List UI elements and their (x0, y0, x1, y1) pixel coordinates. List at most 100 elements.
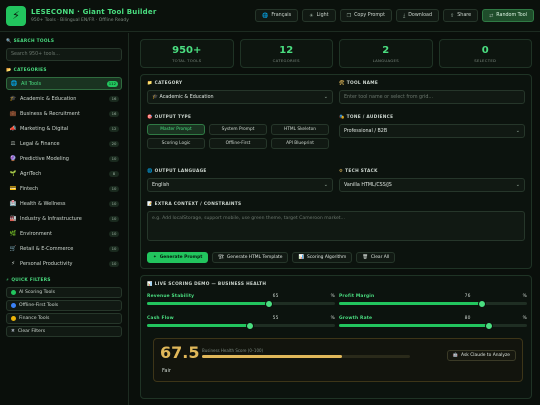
briefcase-icon: 💼 (9, 110, 17, 117)
slider-track (339, 299, 527, 308)
sidebar-item-health[interactable]: 🏥 Health & Wellness 10 (6, 197, 122, 210)
sidebar-item-retail[interactable]: 🛒 Retail & E-Commerce 10 (6, 242, 122, 255)
sidebar-item-agritech[interactable]: 🌱 AgriTech 8 (6, 167, 122, 180)
category-label: Industry & Infrastructure (20, 215, 82, 222)
tools-icon: 🛠 (339, 81, 345, 86)
random-tool-label: Random Tool (496, 13, 527, 18)
output-type-scoring-logic[interactable]: Scoring Logic (147, 138, 205, 149)
slider-growth-rate[interactable]: Growth Rate 80% (339, 316, 527, 330)
slider-profit-margin[interactable]: Profit Margin 76% (339, 294, 527, 308)
quick-filter-ai-scoring[interactable]: AI Scoring Tools (6, 287, 122, 298)
slider-fill (339, 302, 482, 305)
category-count-badge: 8 (109, 170, 119, 177)
scoring-algorithm-button[interactable]: 📊 Scoring Algorithm (292, 252, 353, 263)
slider-handle[interactable] (477, 299, 486, 308)
extra-context-textarea[interactable]: e.g. Add localStorage, support mobile, u… (147, 211, 525, 241)
sun-icon: ☀ (309, 12, 314, 19)
slider-handle[interactable] (265, 299, 274, 308)
slider-fill (147, 324, 251, 327)
search-input[interactable]: Search 950+ tools... (6, 48, 122, 61)
app-title: LESECONN · Giant Tool Builder (31, 8, 157, 16)
sidebar: 🔍 SEARCH TOOLS Search 950+ tools... 📂 CATE… (0, 33, 129, 405)
output-type-group: 🎯 OUTPUT TYPE Master Prompt System Prompt… (147, 115, 333, 149)
category-label: All Tools (21, 80, 42, 87)
copy-prompt-button[interactable]: ❐ Copy Prompt (339, 9, 392, 22)
share-button[interactable]: ⇪ Share (443, 9, 479, 22)
header-actions: 🌐 Français ☀ Light ❐ Copy Prompt ⤓ Download … (255, 9, 534, 22)
download-button[interactable]: ⤓ Download (395, 9, 440, 22)
download-icon: ⤓ (402, 12, 406, 19)
sidebar-item-fintech[interactable]: 💳 Fintech 10 (6, 182, 122, 195)
slider-track (339, 321, 527, 330)
chevron-down-icon: ⌄ (323, 94, 328, 100)
factory-icon: 🏭 (9, 215, 17, 222)
slider-cash-flow[interactable]: Cash Flow 55% (147, 316, 335, 330)
output-type-system-prompt[interactable]: System Prompt (209, 124, 267, 135)
sidebar-item-business[interactable]: 💼 Business & Recruitment 16 (6, 107, 122, 120)
output-language-label: OUTPUT LANGUAGE (154, 169, 207, 174)
cart-icon: 🛒 (9, 245, 17, 252)
slider-handle[interactable] (485, 321, 494, 330)
category-label: Health & Wellness (20, 200, 66, 207)
output-type-api-blueprint[interactable]: API Blueprint (271, 138, 329, 149)
app-header: ⚡ LESECONN · Giant Tool Builder 950+ Too… (0, 0, 540, 32)
folder-icon: 📁 (147, 81, 153, 86)
sidebar-item-predictive[interactable]: 🔮 Predictive Modeling 10 (6, 152, 122, 165)
sidebar-item-all-tools[interactable]: 🌐 All Tools 112 (6, 77, 122, 90)
chart-icon: 📊 (298, 255, 304, 260)
sidebar-item-productivity[interactable]: ⚡ Personal Productivity 10 (6, 257, 122, 270)
theme-button-label: Light (316, 13, 329, 18)
output-type-offline-first[interactable]: Offline-First (209, 138, 267, 149)
stats-row: 950+ TOTAL TOOLS 12 CATEGORIES 2 LANGUAGES … (140, 39, 532, 68)
close-icon: ✖ (11, 329, 15, 334)
slider-track (147, 321, 335, 330)
sidebar-item-environment[interactable]: 🌿 Environment 10 (6, 227, 122, 240)
slider-revenue-stability[interactable]: Revenue Stability 65% (147, 294, 335, 308)
trash-icon: 🗑 (362, 255, 368, 260)
language-button[interactable]: 🌐 Français (255, 9, 299, 22)
quick-filter-offline[interactable]: Offline-First Tools (6, 300, 122, 311)
category-label: CATEGORY (154, 81, 183, 86)
sparkle-icon: ✦ (153, 255, 157, 260)
slider-handle[interactable] (246, 321, 255, 330)
blue-dot-icon (11, 303, 16, 308)
sidebar-item-legal[interactable]: ⚖ Legal & Finance 20 (6, 137, 122, 150)
tool-name-input[interactable]: Enter tool name or select from grid... (339, 90, 525, 104)
category-select[interactable]: 🎓 Academic & Education ⌄ (147, 90, 333, 104)
generate-html-template-button[interactable]: 🏗 Generate HTML Template (212, 252, 289, 263)
extra-context-label: EXTRA CONTEXT / CONSTRAINTS (154, 202, 242, 207)
chart-icon: 📊 (147, 282, 153, 287)
chevron-down-icon: ⌄ (515, 182, 520, 188)
globe-icon: 🌐 (147, 169, 153, 174)
tone-select[interactable]: Professional / B2B ⌄ (339, 124, 525, 138)
sidebar-item-academic[interactable]: 🎓 Academic & Education 16 (6, 92, 122, 105)
health-score-label: Business Health Score (0–100) (202, 348, 264, 353)
mask-icon: 🎭 (339, 115, 345, 120)
ask-claude-button[interactable]: 🤖 Ask Claude to Analyze (446, 350, 516, 361)
category-label: Academic & Education (20, 95, 77, 102)
output-type-master-prompt[interactable]: Master Prompt (147, 124, 205, 135)
sidebar-item-marketing[interactable]: 📣 Marketing & Digital 12 (6, 122, 122, 135)
share-label: Share (457, 13, 472, 18)
shuffle-icon: ⇄ (489, 12, 494, 19)
quick-filter-finance[interactable]: Finance Tools (6, 313, 122, 324)
note-icon: 📝 (147, 202, 153, 207)
clear-filters-button[interactable]: ✖ Clear Filters (6, 326, 122, 337)
theme-button[interactable]: ☀ Light (302, 9, 336, 22)
category-count-badge: 10 (109, 260, 119, 267)
stat-total-tools: 950+ TOTAL TOOLS (140, 39, 234, 68)
random-tool-button[interactable]: ⇄ Random Tool (482, 9, 534, 22)
yellow-dot-icon (11, 316, 16, 321)
generate-prompt-button[interactable]: ✦ Generate Prompt (147, 252, 209, 263)
category-count-badge: 112 (106, 80, 118, 87)
sidebar-item-industry[interactable]: 🏭 Industry & Infrastructure 10 (6, 212, 122, 225)
scales-icon: ⚖ (10, 140, 16, 147)
tech-stack-select[interactable]: Vanilla HTML/CSS/JS ⌄ (339, 178, 525, 192)
output-type-html-skeleton[interactable]: HTML Skeleton (271, 124, 329, 135)
main-content: 950+ TOTAL TOOLS 12 CATEGORIES 2 LANGUAGES … (130, 33, 540, 405)
health-score-value: 67.5 (160, 343, 200, 362)
output-language-select[interactable]: English ⌄ (147, 178, 333, 192)
category-count-badge: 10 (109, 215, 119, 222)
clear-all-button[interactable]: 🗑 Clear All (356, 252, 396, 263)
bolt-icon: ⚡ (11, 260, 15, 267)
